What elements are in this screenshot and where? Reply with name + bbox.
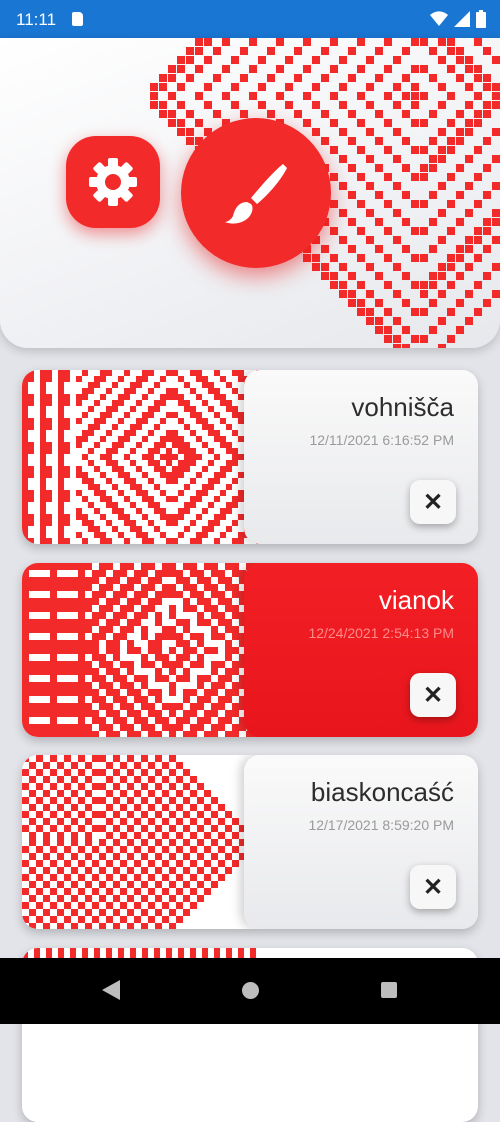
pattern-date: 12/11/2021 6:16:52 PM xyxy=(309,432,454,448)
status-bar: 11:11 xyxy=(0,0,500,38)
paint-brush-icon xyxy=(225,164,287,224)
pattern-thumbnail xyxy=(22,755,262,929)
close-icon: ✕ xyxy=(422,873,444,901)
pattern-card[interactable]: vohnišča 12/11/2021 6:16:52 PM ✕ xyxy=(22,370,478,544)
home-icon[interactable] xyxy=(242,982,259,999)
pattern-date: 12/24/2021 2:54:13 PM xyxy=(308,625,454,641)
paint-button[interactable] xyxy=(181,118,331,268)
back-icon[interactable] xyxy=(102,980,120,1000)
system-nav-bar xyxy=(0,958,500,1024)
settings-button[interactable] xyxy=(66,136,160,228)
delete-button[interactable]: ✕ xyxy=(410,673,456,717)
pattern-title: vohnišča xyxy=(351,392,454,422)
card-info-panel: vianok 12/24/2021 2:54:13 PM ✕ xyxy=(244,563,478,737)
pattern-thumbnail xyxy=(22,370,262,544)
close-icon: ✕ xyxy=(422,681,444,709)
pattern-card-selected[interactable]: vianok 12/24/2021 2:54:13 PM ✕ xyxy=(22,563,478,737)
pattern-thumbnail xyxy=(22,563,262,737)
sd-card-icon xyxy=(72,12,83,26)
cellular-signal-icon xyxy=(454,11,470,27)
wifi-icon xyxy=(430,11,448,26)
status-time: 11:11 xyxy=(16,10,57,29)
delete-button[interactable]: ✕ xyxy=(410,865,456,909)
status-icons xyxy=(430,10,486,28)
card-info-panel: biaskoncaść 12/17/2021 8:59:20 PM ✕ xyxy=(244,755,478,929)
delete-button[interactable]: ✕ xyxy=(410,480,456,524)
pattern-title: biaskoncaść xyxy=(310,777,454,807)
battery-icon xyxy=(476,10,486,28)
gear-icon xyxy=(89,158,137,206)
close-icon: ✕ xyxy=(422,488,444,516)
hero-header xyxy=(0,38,500,348)
pattern-card[interactable]: biaskoncaść 12/17/2021 8:59:20 PM ✕ xyxy=(22,755,478,929)
card-info-panel: vohnišča 12/11/2021 6:16:52 PM ✕ xyxy=(244,370,478,544)
pattern-title: vianok xyxy=(378,585,454,615)
pattern-date: 12/17/2021 8:59:20 PM xyxy=(308,817,454,833)
recents-icon[interactable] xyxy=(381,982,397,998)
